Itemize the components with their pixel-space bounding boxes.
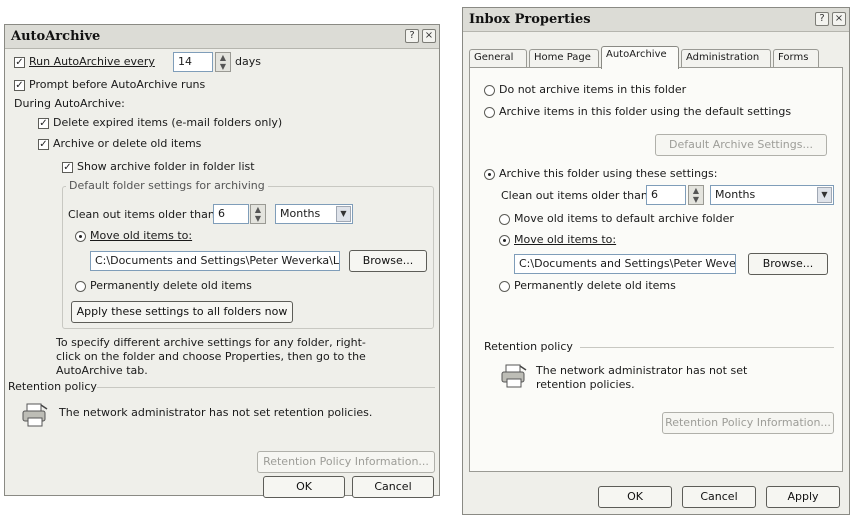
- prompt-label: Prompt before AutoArchive runs: [29, 78, 206, 91]
- run-every-label: Run AutoArchive every: [29, 55, 155, 68]
- no-archive-label: Do not archive items in this folder: [499, 83, 687, 96]
- period-dropdown[interactable]: Months ▼: [275, 204, 353, 224]
- perm-delete-radio[interactable]: [499, 281, 510, 292]
- retention-divider: [97, 387, 435, 388]
- tab-home-page[interactable]: Home Page: [529, 49, 599, 68]
- ok-button[interactable]: OK: [598, 486, 672, 508]
- run-every-input[interactable]: 14: [173, 52, 213, 72]
- run-every-checkbox[interactable]: ✓: [14, 57, 25, 68]
- info-text: To specify different archive settings fo…: [56, 336, 366, 377]
- printer-icon: [501, 364, 527, 388]
- title-bar: Inbox Properties ? ×: [463, 8, 849, 32]
- apply-button[interactable]: Apply: [766, 486, 840, 508]
- period-value: Months: [280, 207, 321, 220]
- during-label: During AutoArchive:: [14, 97, 125, 110]
- archive-old-label: Archive or delete old items: [53, 137, 202, 150]
- autoarchive-tab-panel: Do not archive items in this folder Arch…: [469, 67, 843, 472]
- move-radio[interactable]: [75, 231, 86, 242]
- printer-icon: [22, 403, 48, 427]
- move-label: Move old items to:: [90, 229, 193, 242]
- clean-out-label: Clean out items older than: [501, 189, 648, 202]
- chevron-down-icon: ▼: [336, 206, 351, 222]
- custom-archive-radio[interactable]: [484, 169, 495, 180]
- move-default-radio[interactable]: [499, 214, 510, 225]
- title-bar: AutoArchive ? ×: [5, 25, 439, 49]
- default-settings-group-label: Default folder settings for archiving: [66, 179, 268, 192]
- browse-button[interactable]: Browse...: [349, 250, 427, 272]
- archive-path-input[interactable]: C:\Documents and Settings\Peter Weverka\…: [90, 251, 340, 271]
- show-folder-checkbox[interactable]: ✓: [62, 162, 73, 173]
- ok-button[interactable]: OK: [263, 476, 345, 498]
- show-folder-label: Show archive folder in folder list: [77, 160, 255, 173]
- no-archive-radio[interactable]: [484, 85, 495, 96]
- perm-delete-radio[interactable]: [75, 281, 86, 292]
- close-button[interactable]: ×: [832, 12, 846, 26]
- period-value: Months: [715, 188, 756, 201]
- default-archive-label: Archive items in this folder using the d…: [499, 105, 792, 118]
- prompt-checkbox[interactable]: ✓: [14, 80, 25, 91]
- autoarchive-dialog: AutoArchive ? × ✓ Run AutoArchive every …: [4, 24, 440, 498]
- retention-divider: [580, 347, 834, 348]
- delete-expired-label: Delete expired items (e-mail folders onl…: [53, 116, 283, 129]
- retention-text: The network administrator has not set re…: [536, 364, 748, 391]
- retention-info-button[interactable]: Retention Policy Information...: [257, 451, 435, 473]
- tab-administration[interactable]: Administration: [681, 49, 771, 68]
- move-radio[interactable]: [499, 235, 510, 246]
- retention-label: Retention policy: [8, 380, 97, 393]
- clean-out-input[interactable]: 6: [213, 204, 249, 224]
- delete-expired-checkbox[interactable]: ✓: [38, 118, 49, 129]
- clean-out-label: Clean out items older than: [68, 208, 215, 221]
- tab-autoarchive[interactable]: AutoArchive: [601, 46, 679, 69]
- clean-out-stepper[interactable]: ▲ ▼: [250, 204, 266, 224]
- help-button[interactable]: ?: [405, 29, 419, 43]
- clean-out-stepper[interactable]: ▲ ▼: [688, 185, 704, 205]
- tab-general[interactable]: General: [469, 49, 527, 68]
- perm-delete-label: Permanently delete old items: [90, 279, 252, 292]
- period-dropdown[interactable]: Months ▼: [710, 185, 834, 205]
- default-archive-radio[interactable]: [484, 107, 495, 118]
- help-button[interactable]: ?: [815, 12, 829, 26]
- inbox-properties-dialog: Inbox Properties ? × General Home Page A…: [462, 7, 850, 515]
- retention-text: The network administrator has not set re…: [59, 406, 373, 419]
- apply-all-button[interactable]: Apply these settings to all folders now: [71, 301, 293, 323]
- move-label: Move old items to:: [514, 233, 617, 246]
- dialog-title: AutoArchive: [11, 29, 101, 44]
- move-default-label: Move old items to default archive folder: [514, 212, 734, 225]
- dialog-title: Inbox Properties: [469, 12, 591, 27]
- clean-out-input[interactable]: 6: [646, 185, 686, 205]
- archive-path-input[interactable]: C:\Documents and Settings\Peter Weve: [514, 254, 736, 274]
- tab-forms[interactable]: Forms: [773, 49, 819, 68]
- cancel-button[interactable]: Cancel: [682, 486, 756, 508]
- archive-old-checkbox[interactable]: ✓: [38, 139, 49, 150]
- run-every-stepper[interactable]: ▲ ▼: [215, 52, 231, 72]
- days-label: days: [235, 55, 261, 68]
- retention-info-button[interactable]: Retention Policy Information...: [662, 412, 834, 434]
- perm-delete-label: Permanently delete old items: [514, 279, 676, 292]
- default-archive-settings-button[interactable]: Default Archive Settings...: [655, 134, 827, 156]
- cancel-button[interactable]: Cancel: [352, 476, 434, 498]
- custom-archive-label: Archive this folder using these settings…: [499, 167, 718, 180]
- retention-label: Retention policy: [484, 340, 573, 353]
- chevron-down-icon: ▼: [817, 187, 832, 203]
- close-button[interactable]: ×: [422, 29, 436, 43]
- browse-button[interactable]: Browse...: [748, 253, 828, 275]
